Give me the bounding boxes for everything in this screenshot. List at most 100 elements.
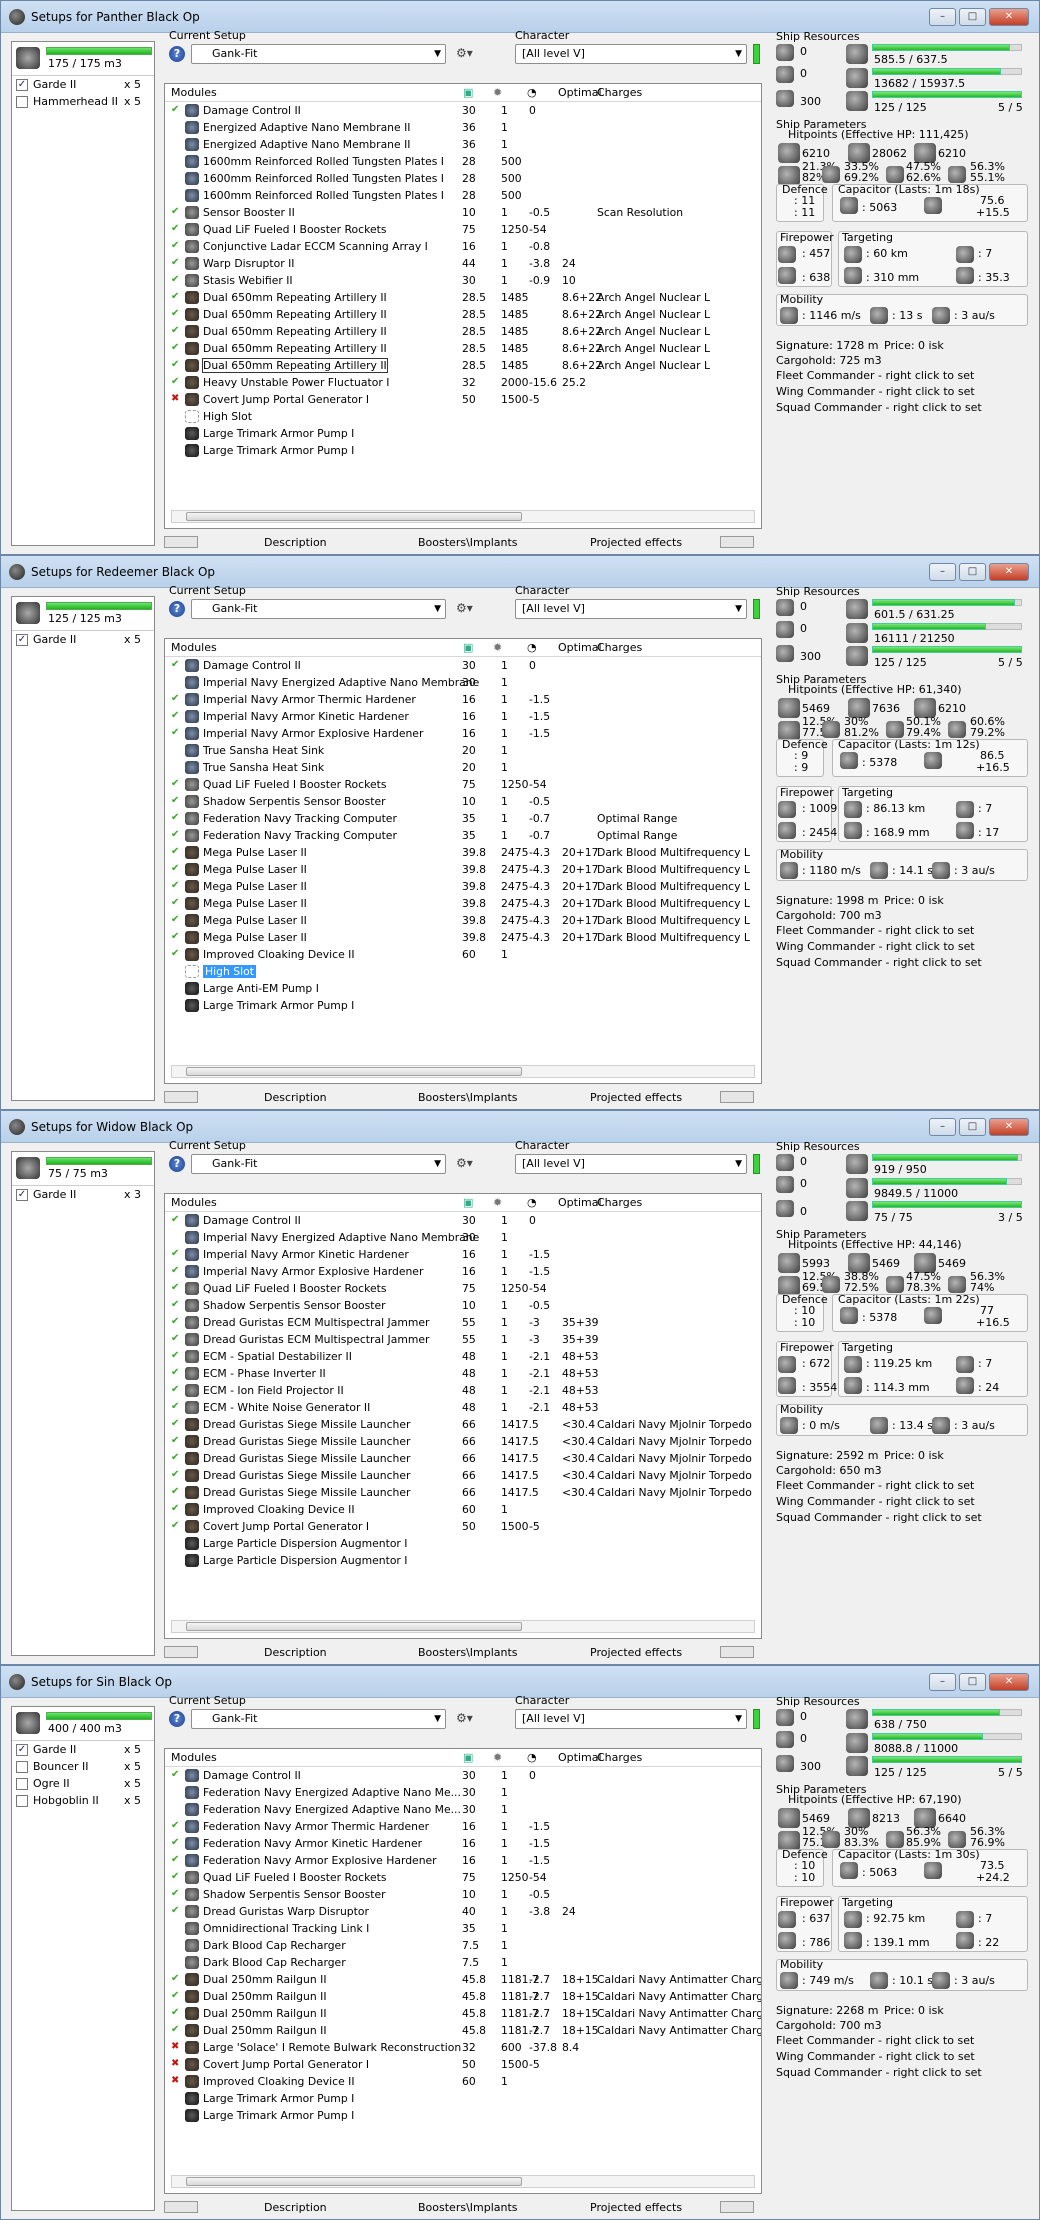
tools-icon[interactable]: ⚙▾ <box>456 1156 482 1172</box>
module-row[interactable]: ✔ ECM - White Noise Generator II 48 1 -2.1 48… <box>165 1399 761 1416</box>
maximize-button[interactable]: □ <box>959 1672 986 1691</box>
scroll-left-button[interactable] <box>164 536 198 548</box>
maximize-button[interactable]: □ <box>959 562 986 581</box>
wing-commander[interactable]: Wing Commander - right click to set <box>776 940 975 953</box>
drone-row[interactable]: ✓ Garde II x 3 <box>12 1186 154 1203</box>
scroll-right-button[interactable] <box>720 1091 754 1103</box>
close-button[interactable]: ✕ <box>989 1672 1029 1691</box>
module-row[interactable]: ✖ Improved Cloaking Device II 60 1 <box>165 2073 761 2090</box>
module-row[interactable]: Omnidirectional Tracking Link I 35 1 <box>165 1920 761 1937</box>
close-button[interactable]: ✕ <box>989 1117 1029 1136</box>
module-row[interactable]: ✔ Dual 250mm Railgun II 45.8 1181.7 -2.7 18+1… <box>165 2005 761 2022</box>
module-row[interactable]: ✔ Quad LiF Fueled I Booster Rockets 75 1250… <box>165 776 761 793</box>
scroll-right-button[interactable] <box>720 2201 754 2213</box>
drone-row[interactable]: Hobgoblin II x 5 <box>12 1792 154 1809</box>
module-row[interactable]: ✔ Dual 650mm Repeating Artillery II 28.5 14… <box>165 340 761 357</box>
fleet-commander[interactable]: Fleet Commander - right click to set <box>776 369 974 382</box>
tab-projected-effects[interactable]: Projected effects <box>590 536 682 549</box>
setup-select[interactable]: Gank-Fit ▼ <box>191 44 446 64</box>
module-row[interactable]: Large Trimark Armor Pump I <box>165 2107 761 2124</box>
module-row[interactable]: Large Trimark Armor Pump I <box>165 425 761 442</box>
module-row[interactable]: Energized Adaptive Nano Membrane II 36 1 <box>165 136 761 153</box>
module-row[interactable]: ✔ Mega Pulse Laser II 39.8 2475 -4.3 20+17 Dar… <box>165 912 761 929</box>
module-row[interactable]: ✔ Improved Cloaking Device II 60 1 <box>165 946 761 963</box>
tab-boosters-implants[interactable]: Boosters\Implants <box>418 536 518 549</box>
module-row[interactable]: ✔ Mega Pulse Laser II 39.8 2475 -4.3 20+17 Dar… <box>165 844 761 861</box>
module-row[interactable]: ✖ Large 'Solace' I Remote Bulwark Reconst… <box>165 2039 761 2056</box>
drone-row[interactable]: ✓ Garde II x 5 <box>12 631 154 648</box>
module-row[interactable]: True Sansha Heat Sink 20 1 <box>165 759 761 776</box>
tools-icon[interactable]: ⚙▾ <box>456 1711 482 1727</box>
help-icon[interactable]: ? <box>169 601 185 617</box>
module-row[interactable]: ✔ Dread Guristas Siege Missile Launcher 66… <box>165 1467 761 1484</box>
drone-checkbox[interactable] <box>16 1760 28 1773</box>
module-row[interactable]: ✔ Mega Pulse Laser II 39.8 2475 -4.3 20+17 Dar… <box>165 895 761 912</box>
module-row[interactable]: ✔ Dual 250mm Railgun II 45.8 1181.7 -2.7 18+1… <box>165 2022 761 2039</box>
module-row[interactable]: ✔ Dual 650mm Repeating Artillery II 28.5 14… <box>165 323 761 340</box>
help-icon[interactable]: ? <box>169 46 185 62</box>
horizontal-scrollbar[interactable] <box>171 510 755 523</box>
module-row[interactable]: ✔ Dread Guristas ECM Multispectral Jammer… <box>165 1331 761 1348</box>
module-row[interactable]: ✔ Dread Guristas Siege Missile Launcher 66… <box>165 1484 761 1501</box>
drone-checkbox[interactable] <box>16 95 28 108</box>
wing-commander[interactable]: Wing Commander - right click to set <box>776 1495 975 1508</box>
module-row[interactable]: ✔ ECM - Phase Inverter II 48 1 -2.1 48+53 <box>165 1365 761 1382</box>
tab-description[interactable]: Description <box>264 2201 327 2214</box>
setup-select[interactable]: Gank-Fit ▼ <box>191 1709 446 1729</box>
module-row[interactable]: Large Trimark Armor Pump I <box>165 2090 761 2107</box>
module-row[interactable]: ✔ Dual 650mm Repeating Artillery II 28.5 14… <box>165 306 761 323</box>
scroll-left-button[interactable] <box>164 2201 198 2213</box>
tab-projected-effects[interactable]: Projected effects <box>590 1091 682 1104</box>
module-row[interactable]: ✔ ECM - Spatial Destabilizer II 48 1 -2.1 48+… <box>165 1348 761 1365</box>
drone-row[interactable]: Ogre II x 5 <box>12 1775 154 1792</box>
module-row[interactable]: ✔ Dual 650mm Repeating Artillery II 28.5 14… <box>165 357 761 374</box>
module-row[interactable]: ✔ Dread Guristas ECM Multispectral Jammer… <box>165 1314 761 1331</box>
module-row[interactable]: ✔ Warp Disruptor II 44 1 -3.8 24 <box>165 255 761 272</box>
maximize-button[interactable]: □ <box>959 1117 986 1136</box>
drone-checkbox[interactable] <box>16 1777 28 1790</box>
drone-row[interactable]: ✓ Garde II x 5 <box>12 76 154 93</box>
module-row[interactable]: ✔ Federation Navy Armor Thermic Hardener 1… <box>165 1818 761 1835</box>
tab-projected-effects[interactable]: Projected effects <box>590 2201 682 2214</box>
squad-commander[interactable]: Squad Commander - right click to set <box>776 2066 982 2079</box>
module-row[interactable]: ✔ Dread Guristas Warp Disruptor 40 1 -3.8 24 <box>165 1903 761 1920</box>
tab-description[interactable]: Description <box>264 536 327 549</box>
module-row[interactable]: ✔ Damage Control II 30 1 0 <box>165 1767 761 1784</box>
module-row[interactable]: 1600mm Reinforced Rolled Tungsten Plates… <box>165 170 761 187</box>
squad-commander[interactable]: Squad Commander - right click to set <box>776 956 982 969</box>
module-row[interactable]: ✔ Improved Cloaking Device II 60 1 <box>165 1501 761 1518</box>
horizontal-scrollbar[interactable] <box>171 1065 755 1078</box>
module-row[interactable]: ✖ Covert Jump Portal Generator I 50 1500 -5 <box>165 391 761 408</box>
maximize-button[interactable]: □ <box>959 7 986 26</box>
scroll-right-button[interactable] <box>720 1646 754 1658</box>
tools-icon[interactable]: ⚙▾ <box>456 46 482 62</box>
scrollbar-thumb[interactable] <box>186 1622 522 1631</box>
module-row[interactable]: ✔ Dread Guristas Siege Missile Launcher 66… <box>165 1450 761 1467</box>
character-select[interactable]: [All level V] ▼ <box>515 599 747 619</box>
module-row[interactable]: ✔ Shadow Serpentis Sensor Booster 10 1 -0.5 <box>165 1886 761 1903</box>
tab-projected-effects[interactable]: Projected effects <box>590 1646 682 1659</box>
module-row[interactable]: Federation Navy Energized Adaptive Nano … <box>165 1784 761 1801</box>
module-row[interactable]: ✔ ECM - Ion Field Projector II 48 1 -2.1 48+5… <box>165 1382 761 1399</box>
drone-checkbox[interactable]: ✓ <box>16 633 28 646</box>
minimize-button[interactable]: – <box>929 1117 956 1136</box>
module-row[interactable]: 1600mm Reinforced Rolled Tungsten Plates… <box>165 187 761 204</box>
module-row[interactable]: ✖ Covert Jump Portal Generator I 50 1500 -5 <box>165 2056 761 2073</box>
scroll-left-button[interactable] <box>164 1646 198 1658</box>
module-row[interactable]: ✔ Mega Pulse Laser II 39.8 2475 -4.3 20+17 Dar… <box>165 929 761 946</box>
module-row[interactable]: High Slot <box>165 408 761 425</box>
drone-checkbox[interactable] <box>16 1794 28 1807</box>
close-button[interactable]: ✕ <box>989 562 1029 581</box>
horizontal-scrollbar[interactable] <box>171 2175 755 2188</box>
module-row[interactable]: 1600mm Reinforced Rolled Tungsten Plates… <box>165 153 761 170</box>
module-row[interactable]: ✔ Shadow Serpentis Sensor Booster 10 1 -0.5 <box>165 793 761 810</box>
tab-description[interactable]: Description <box>264 1646 327 1659</box>
module-row[interactable]: ✔ Shadow Serpentis Sensor Booster 10 1 -0.5 <box>165 1297 761 1314</box>
module-row[interactable]: ✔ Covert Jump Portal Generator I 50 1500 -5 <box>165 1518 761 1535</box>
module-row[interactable]: Large Particle Dispersion Augmentor I <box>165 1535 761 1552</box>
tab-description[interactable]: Description <box>264 1091 327 1104</box>
module-row[interactable]: ✔ Heavy Unstable Power Fluctuator I 32 2000… <box>165 374 761 391</box>
module-row[interactable]: ✔ Federation Navy Tracking Computer 35 1 -0.… <box>165 810 761 827</box>
module-row[interactable]: ✔ Mega Pulse Laser II 39.8 2475 -4.3 20+17 Dar… <box>165 861 761 878</box>
module-row[interactable]: True Sansha Heat Sink 20 1 <box>165 742 761 759</box>
